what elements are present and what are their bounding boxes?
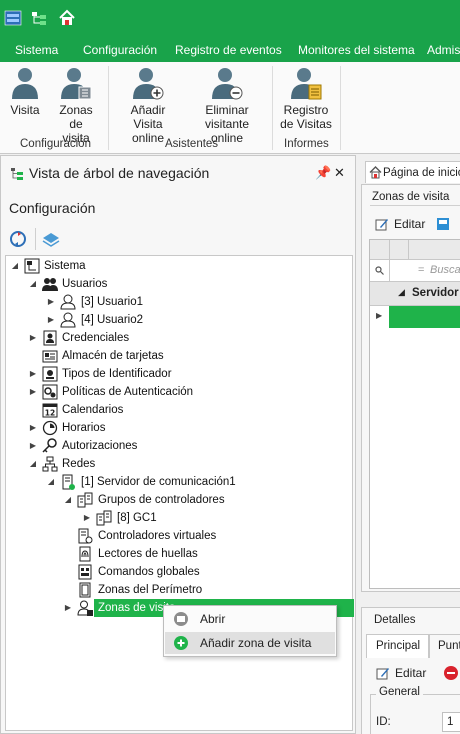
main-content-area: Página de inicio Zonas de visita Editar … [357,155,460,734]
title-bar [0,0,460,38]
fingerprint-icon [79,546,91,562]
clock-icon [42,420,58,436]
zonas-visita-title: Zonas de visita [372,191,450,203]
detalles-panel: Detalles Principal Punt Editar General I… [361,607,460,734]
search-placeholder: Buscar [430,264,460,276]
anadir-visita-online-button[interactable]: Añadir Visita online [115,66,181,145]
tab-monitores-sistema[interactable]: Monitores del sistema [298,43,415,57]
grid-group-row[interactable]: ◢ Servidor [370,282,460,306]
visit-zone-icon [61,68,92,100]
user-icon [60,312,76,328]
tab-configuracion[interactable]: Configuración [83,43,157,57]
grid-header [370,240,460,260]
ribbon-separator [340,66,341,150]
tab-puntos[interactable]: Punt [428,634,460,658]
card-store-icon [42,350,58,363]
users-icon [42,278,58,291]
filter-equals-icon: = [418,264,425,276]
registro-visitas-button[interactable]: Registro de Visitas [279,66,333,131]
command-icon [78,564,92,580]
pin-icon[interactable]: 📌 [315,165,331,181]
add-icon [174,636,188,650]
home-icon [369,166,382,179]
zonas-visita-panel: Zonas de visita Editar = Buscar ◢ Servid… [361,184,460,592]
controller-group-icon [77,492,93,508]
layers-icon[interactable] [42,230,60,248]
visita-button[interactable]: Visita [8,66,42,117]
group-label-configuracion: Configuración [20,138,91,150]
close-icon[interactable]: ✕ [334,165,345,181]
detalles-title: Detalles [374,614,416,626]
tree-view-icon[interactable] [30,9,48,27]
tab-pagina-inicio[interactable]: Página de inicio [365,161,460,183]
ribbon-body: Visita Zonas de visita Añadir Visita onl… [0,62,460,154]
user-icon [60,294,76,310]
selected-cell [389,306,460,328]
calendar-icon: 12 [42,403,58,418]
svg-text:12: 12 [45,409,55,418]
title-divider [370,205,460,206]
person-icon [12,68,38,99]
context-item-abrir[interactable]: Abrir [165,608,335,630]
zonas-visita-button[interactable]: Zonas de visita [51,66,101,145]
table-row[interactable]: ▶ [370,306,460,328]
grid-filter-row[interactable]: = Buscar [370,260,460,282]
system-icon [24,258,40,274]
add-person-icon [133,68,164,100]
delete-icon[interactable] [444,666,458,680]
tree-view-icon [11,168,23,180]
edit-icon [376,668,389,680]
general-label: General [376,686,423,698]
report-icon [291,68,322,100]
group-label-informes: Informes [284,138,329,150]
home-icon[interactable] [58,9,76,27]
id-field[interactable]: 1 [442,712,460,732]
context-item-anadir-zona-visita[interactable]: Añadir zona de visita [165,632,335,654]
perimeter-icon [79,582,91,598]
tab-sistema[interactable]: Sistema [15,43,58,57]
group-label-asistentes: Asistentes [165,138,219,150]
refresh-icon[interactable] [9,230,27,248]
panel-title: Vista de árbol de navegación [29,165,210,181]
remove-person-icon [212,68,243,100]
policy-icon [42,384,58,400]
ribbon-tabs: Sistema Configuración Registro de evento… [0,38,460,62]
network-icon [42,456,58,472]
virtual-controller-icon [78,528,93,544]
collapse-icon: ◢ [398,287,405,297]
navigation-tree: ◢ Sistema ◢ Usuarios ▶ [3] Usuario1 ▶ [4… [5,255,354,731]
open-icon [174,612,188,626]
id-label: ID: [376,716,391,728]
visit-zone-icon [77,600,93,616]
search-icon [375,266,384,275]
credentials-icon [43,330,57,346]
ribbon-separator [108,66,109,150]
identifier-icon [42,366,58,382]
section-title: Configuración [9,200,96,216]
tab-registro-eventos[interactable]: Registro de eventos [175,43,282,57]
row-indicator-icon: ▶ [376,311,383,320]
tab-principal[interactable]: Principal [366,634,431,658]
save-icon[interactable] [436,217,450,231]
eliminar-visitante-online-button[interactable]: Eliminar visitante online [191,66,263,145]
controller-group-icon [96,510,112,526]
toolbar-separator [35,228,36,250]
tab-administracion[interactable]: Admis [427,43,460,57]
zonas-visita-grid: = Buscar ◢ Servidor ▶ [369,239,460,589]
key-icon [42,438,57,453]
app-logo-icon[interactable] [4,9,22,27]
ribbon-separator [272,66,273,150]
edit-icon [375,219,388,231]
server-icon [62,474,75,490]
context-menu: Abrir Añadir zona de visita [163,605,337,657]
